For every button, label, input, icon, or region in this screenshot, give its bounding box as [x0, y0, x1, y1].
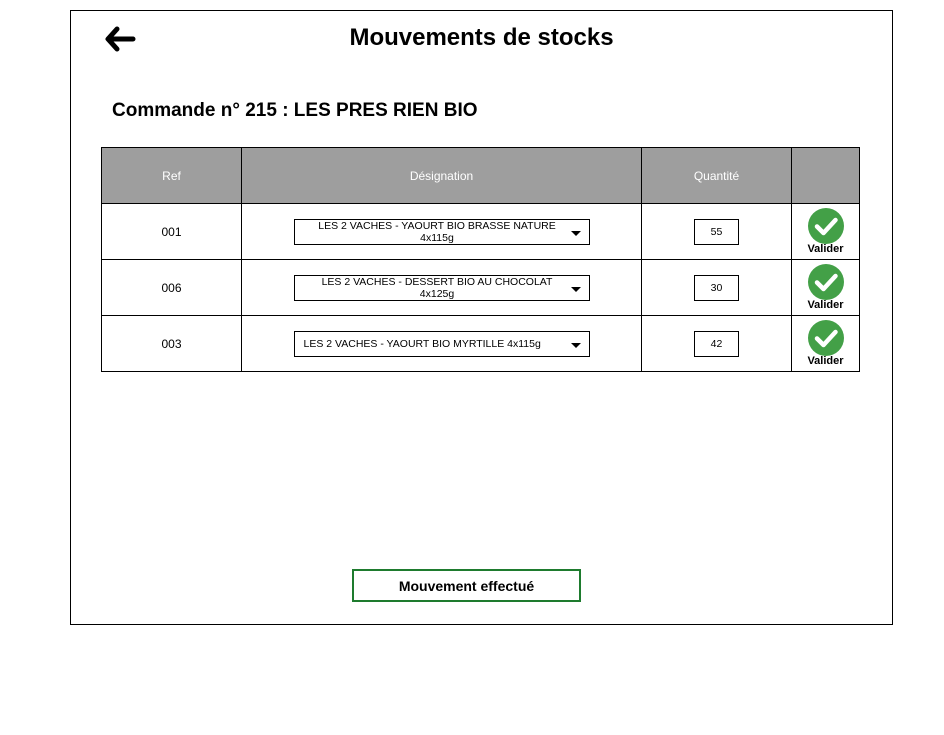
order-title: Commande n° 215 : LES PRES RIEN BIO [112, 100, 478, 121]
page-title: Mouvements de stocks [349, 24, 614, 51]
ref-cell: 003 [101, 315, 242, 372]
designation-cell: LES 2 VACHES - YAOURT BIO BRASSE NATURE … [241, 203, 642, 260]
stock-table: Ref Désignation Quantité 001 LES 2 VACHE… [101, 147, 860, 372]
quantity-cell [641, 203, 792, 260]
designation-cell: LES 2 VACHES - YAOURT BIO MYRTILLE 4x115… [241, 315, 642, 372]
check-circle-icon [807, 208, 844, 244]
movement-done-button[interactable]: Mouvement effectué [352, 569, 581, 602]
validate-label: Valider [807, 299, 844, 311]
designation-select[interactable]: LES 2 VACHES - DESSERT BIO AU CHOCOLAT 4… [293, 275, 590, 301]
caret-down-icon [570, 287, 581, 292]
designation-value: LES 2 VACHES - YAOURT BIO BRASSE NATURE … [318, 220, 556, 244]
header-action [791, 147, 860, 204]
caret-down-icon [570, 342, 581, 348]
ref-cell: 001 [101, 203, 242, 260]
quantity-input[interactable] [694, 274, 739, 301]
action-cell: Valider [791, 203, 860, 260]
table-row: 001 LES 2 VACHES - YAOURT BIO BRASSE NAT… [101, 203, 860, 260]
table-row: 006 LES 2 VACHES - DESSERT BIO AU CHOCOL… [101, 259, 860, 316]
designation-cell: LES 2 VACHES - DESSERT BIO AU CHOCOLAT 4… [241, 259, 642, 316]
check-circle-icon [807, 320, 844, 356]
validate-label: Valider [807, 355, 844, 367]
header-ref: Ref [101, 147, 242, 204]
caret-down-icon [570, 231, 581, 236]
action-cell: Valider [791, 259, 860, 316]
quantity-input[interactable] [694, 330, 739, 357]
quantity-cell [641, 315, 792, 372]
designation-value: LES 2 VACHES - YAOURT BIO MYRTILLE 4x115… [303, 337, 541, 350]
validate-button[interactable]: Valider [792, 208, 859, 255]
designation-select[interactable]: LES 2 VACHES - YAOURT BIO MYRTILLE 4x115… [293, 330, 590, 357]
validate-button[interactable]: Valider [792, 264, 859, 311]
table-header-row: Ref Désignation Quantité [101, 147, 860, 204]
designation-select[interactable]: LES 2 VACHES - YAOURT BIO BRASSE NATURE … [293, 219, 590, 245]
action-cell: Valider [791, 315, 860, 372]
check-circle-icon [807, 264, 844, 300]
validate-button[interactable]: Valider [792, 320, 859, 367]
header-quantity: Quantité [641, 147, 792, 204]
ref-cell: 006 [101, 259, 242, 316]
validate-label: Valider [807, 243, 844, 255]
table-row: 003 LES 2 VACHES - YAOURT BIO MYRTILLE 4… [101, 315, 860, 372]
designation-value: LES 2 VACHES - DESSERT BIO AU CHOCOLAT 4… [321, 276, 553, 300]
quantity-cell [641, 259, 792, 316]
quantity-input[interactable] [694, 218, 739, 245]
app-frame: Mouvements de stocks Commande n° 215 : L… [70, 10, 893, 625]
header-designation: Désignation [241, 147, 642, 204]
